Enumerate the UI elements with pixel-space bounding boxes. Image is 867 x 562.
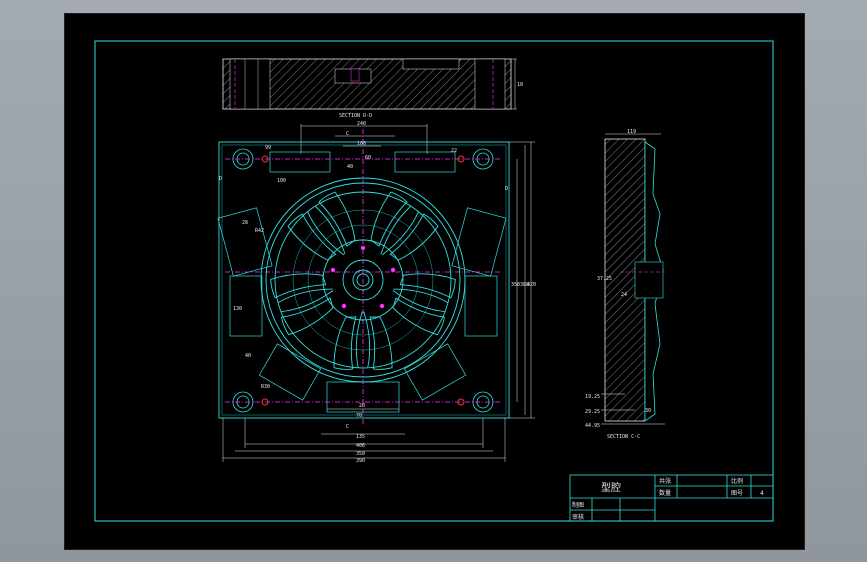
drawing-no-value: 4 xyxy=(760,490,764,497)
dim-70: 70 xyxy=(356,413,362,419)
dim-28: 28 xyxy=(242,220,248,226)
dim-240: 240 xyxy=(357,121,366,127)
scale-label: 比例 xyxy=(731,477,743,485)
section-label-right: SECTION C-C xyxy=(607,434,640,440)
dim-60: 60 xyxy=(365,155,371,161)
cut-marker-c-top: C xyxy=(346,131,349,137)
dim-37-25: 37.25 xyxy=(597,276,612,282)
part-name: 型腔 xyxy=(601,481,621,494)
plan-view xyxy=(217,129,510,424)
dim-135: 135 xyxy=(356,434,365,440)
drawing-canvas[interactable]: 18 SECTION D-D 240 C 100 D D 100 40 60 9… xyxy=(64,13,805,550)
dim-406: 406 xyxy=(356,443,365,449)
checked-by-label: 审核 xyxy=(572,513,584,521)
section-label-top: SECTION D-D xyxy=(339,113,372,119)
drawn-by-label: 制图 xyxy=(572,501,584,509)
dim-40: 40 xyxy=(347,164,353,170)
cad-viewport: 18 SECTION D-D 240 C 100 D D 100 40 60 9… xyxy=(0,0,867,562)
dim-22: 22 xyxy=(451,148,457,154)
drawing-border xyxy=(94,40,774,522)
dim-100-left: 100 xyxy=(277,178,286,184)
mold-cavity-drawing: 18 SECTION D-D 240 C 100 D D 100 40 60 9… xyxy=(94,40,774,522)
dim-119: 119 xyxy=(627,129,636,135)
dim-r99: 99 xyxy=(265,145,271,151)
cut-marker-d-left: D xyxy=(219,176,222,182)
dim-24: 24 xyxy=(621,292,627,298)
top-dimensions xyxy=(300,124,428,154)
dim-40-left: 40 xyxy=(245,353,251,359)
dim-20: 20 xyxy=(359,403,365,409)
dim-350: 350 xyxy=(356,451,365,457)
quantity-label: 共张 xyxy=(659,477,671,485)
dim-30: 30 xyxy=(645,408,651,414)
top-section-view: 18 xyxy=(222,58,523,110)
dim-top-height: 18 xyxy=(517,82,523,88)
cut-marker-c-bottom: C xyxy=(346,424,349,430)
cut-marker-d-right: D xyxy=(505,186,508,192)
dim-350-right: 350 xyxy=(511,282,520,288)
dim-44-95: 44.95 xyxy=(585,423,600,429)
dim-130: 130 xyxy=(233,306,242,312)
drawing-no-label: 图号 xyxy=(731,490,743,497)
dim-r30: R30 xyxy=(261,384,270,390)
dim-19-25: 19.25 xyxy=(585,394,600,400)
right-dimensions xyxy=(509,141,535,419)
dim-29-25: 29.25 xyxy=(585,409,600,415)
sheet-label: 数量 xyxy=(659,489,671,497)
dim-390: 390 xyxy=(356,458,365,464)
dim-420-right: 420 xyxy=(527,282,536,288)
dim-r42: R42 xyxy=(255,228,264,234)
